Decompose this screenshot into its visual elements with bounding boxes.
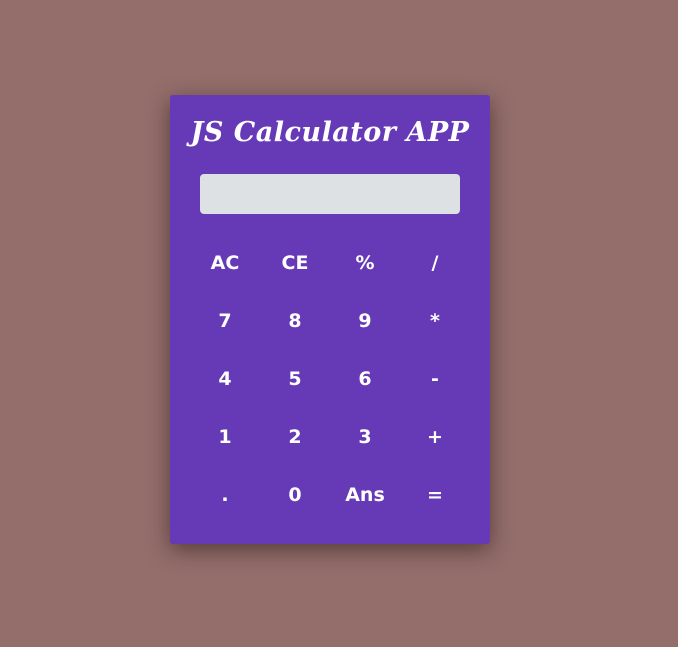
key-equals[interactable]: =: [400, 466, 470, 524]
key-9[interactable]: 9: [330, 292, 400, 350]
keypad: AC CE % / 7 8 9 * 4 5 6 - 1 2 3 + . 0 An…: [190, 234, 470, 524]
key-all-clear[interactable]: AC: [190, 234, 260, 292]
key-percent[interactable]: %: [330, 234, 400, 292]
key-0[interactable]: 0: [260, 466, 330, 524]
key-divide[interactable]: /: [400, 234, 470, 292]
key-7[interactable]: 7: [190, 292, 260, 350]
key-add[interactable]: +: [400, 408, 470, 466]
calculator-panel: JS Calculator APP AC CE % / 7 8 9 * 4 5 …: [170, 95, 490, 544]
key-answer[interactable]: Ans: [330, 466, 400, 524]
key-multiply[interactable]: *: [400, 292, 470, 350]
key-clear-entry[interactable]: CE: [260, 234, 330, 292]
key-8[interactable]: 8: [260, 292, 330, 350]
key-3[interactable]: 3: [330, 408, 400, 466]
key-5[interactable]: 5: [260, 350, 330, 408]
calculator-display[interactable]: [200, 174, 460, 214]
app-title: JS Calculator APP: [190, 117, 470, 148]
key-subtract[interactable]: -: [400, 350, 470, 408]
key-decimal[interactable]: .: [190, 466, 260, 524]
key-6[interactable]: 6: [330, 350, 400, 408]
key-2[interactable]: 2: [260, 408, 330, 466]
key-4[interactable]: 4: [190, 350, 260, 408]
key-1[interactable]: 1: [190, 408, 260, 466]
